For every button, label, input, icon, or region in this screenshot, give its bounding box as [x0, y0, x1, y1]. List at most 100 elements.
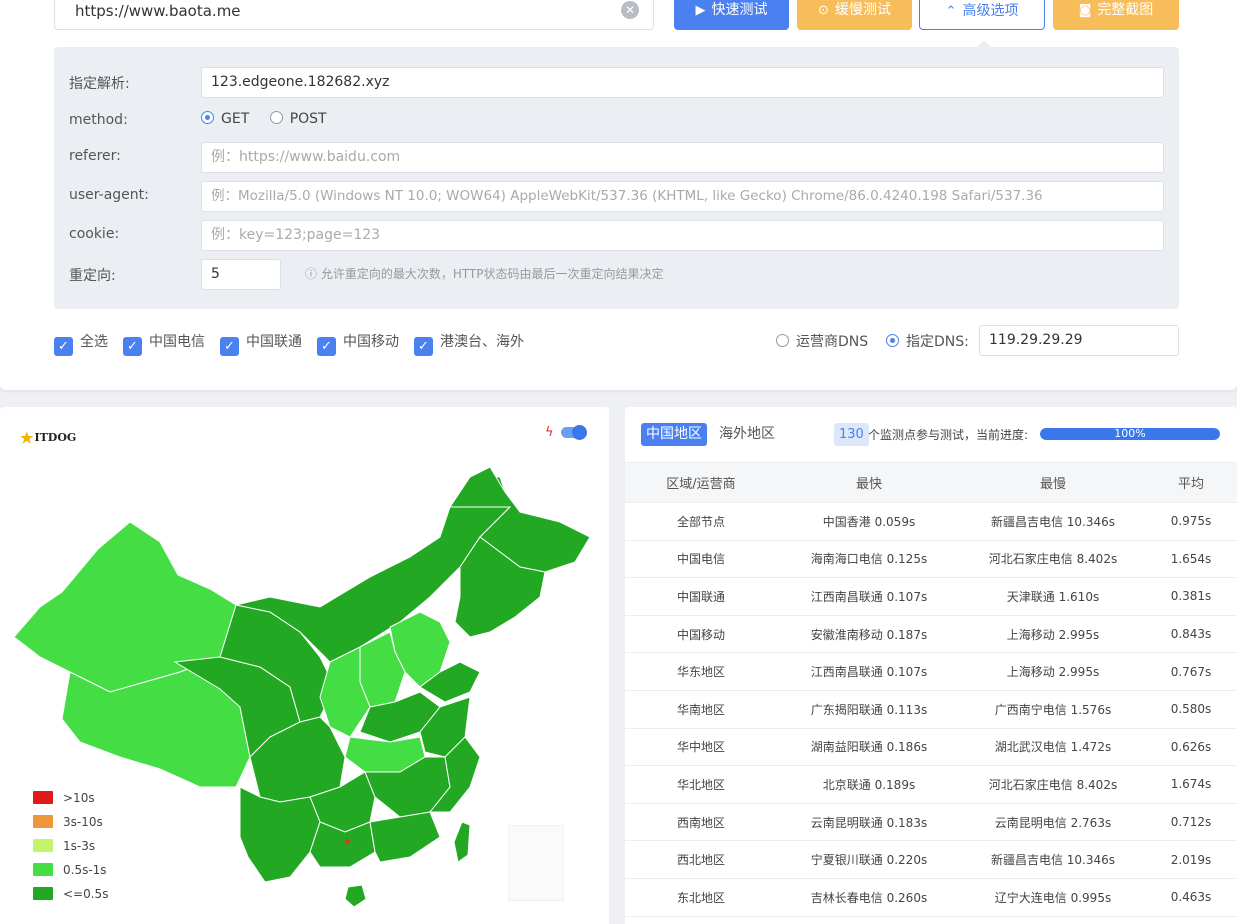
method-get-label: GET: [221, 111, 250, 127]
table-cell: 吉林长春电信 0.260s: [777, 878, 961, 917]
method-radio-group: GET POST: [201, 111, 327, 127]
table-cell: 0.580s: [1145, 690, 1237, 729]
method-post-option[interactable]: POST: [269, 111, 327, 127]
user-agent-input[interactable]: 例：Mozilla/5.0 (Windows NT 10.0; WOW64) A…: [201, 181, 1164, 212]
screenshot-button[interactable]: ◙ 完整截图: [1053, 0, 1179, 30]
table-cell: 中国电信: [625, 540, 777, 579]
url-input[interactable]: https://www.baota.me ✕: [54, 0, 654, 30]
url-value: https://www.baota.me: [75, 2, 241, 20]
legend-label: <=0.5s: [63, 887, 109, 901]
referer-input[interactable]: 例：https://www.baidu.com: [201, 142, 1164, 173]
column-header[interactable]: 区域/运营商: [625, 462, 777, 503]
table-cell: 海南海口电信 0.125s: [777, 540, 961, 579]
south-sea-inset: [508, 825, 564, 901]
checkbox-overseas[interactable]: ✓ 港澳台、海外: [414, 331, 524, 356]
advanced-options-box: 指定解析: 123.edgeone.182682.xyz method: GET…: [54, 47, 1179, 309]
slow-test-label: 缓慢测试: [834, 2, 891, 18]
fast-test-label: 快速测试: [711, 2, 768, 18]
table-cell: 华中地区: [625, 728, 777, 767]
node-count-text: 个监测点参与测试，当前进度:: [868, 428, 1029, 442]
method-post-label: POST: [289, 111, 327, 127]
table-cell: 河北石家庄电信 8.402s: [961, 765, 1145, 804]
table-cell: 中国香港 0.059s: [777, 502, 961, 541]
checkbox-unicom[interactable]: ✓ 中国联通: [220, 331, 302, 356]
table-row: 华东地区 江西南昌联通 0.107s 上海移动 2.995s 0.767s: [625, 652, 1237, 691]
legend-item: 1s-3s: [33, 839, 108, 863]
play-icon: ▶: [695, 3, 706, 18]
redirect-input[interactable]: 5: [201, 259, 281, 290]
results-table: 区域/运营商 最快 最慢 平均 全部节点 中国香港 0.059s 新疆昌吉电信 10…: [625, 462, 1237, 917]
itdog-logo: ★ITDOG: [20, 429, 76, 447]
dns-isp-label: 运营商DNS: [796, 334, 869, 350]
table-cell: 安徽淮南移动 0.187s: [777, 615, 961, 654]
slow-test-button[interactable]: ⊙ 缓慢测试: [797, 0, 912, 30]
checkbox-telecom[interactable]: ✓ 中国电信: [123, 331, 205, 356]
table-row: 华南地区 广东揭阳联通 0.113s 广西南宁电信 1.576s 0.580s: [625, 690, 1237, 729]
cookie-label: cookie:: [69, 226, 120, 242]
table-cell: 2.019s: [1145, 840, 1237, 879]
check-icon: ✓: [220, 337, 239, 356]
checkbox-mobile[interactable]: ✓ 中国移动: [317, 331, 399, 356]
table-cell: 湖北武汉电信 1.472s: [961, 728, 1145, 767]
table-cell: 0.843s: [1145, 615, 1237, 654]
user-agent-label: user-agent:: [69, 187, 149, 203]
column-header[interactable]: 最慢: [961, 462, 1145, 503]
table-cell: 云南昆明联通 0.183s: [777, 803, 961, 842]
table-cell: 1.654s: [1145, 540, 1237, 579]
table-cell: 0.381s: [1145, 577, 1237, 616]
fast-test-button[interactable]: ▶ 快速测试: [674, 0, 789, 30]
legend-swatch: [33, 839, 53, 852]
redirect-label: 重定向:: [69, 268, 116, 284]
referer-label: referer:: [69, 148, 121, 164]
radio-unchecked-icon: [269, 111, 283, 124]
table-cell: 0.975s: [1145, 502, 1237, 541]
table-cell: 新疆昌吉电信 10.346s: [961, 840, 1145, 879]
camera-icon: ◙: [1078, 3, 1092, 18]
checkbox-label: 全选: [80, 334, 108, 350]
table-cell: 江西南昌联通 0.107s: [777, 577, 961, 616]
advanced-options-label: 高级选项: [962, 3, 1019, 19]
cookie-input[interactable]: 例：key=123;page=123: [201, 220, 1164, 251]
legend-swatch: [33, 887, 53, 900]
play-circle-icon: ⊙: [818, 3, 829, 18]
dns-custom-option[interactable]: 指定DNS:: [886, 331, 969, 351]
tab-overseas[interactable]: 海外地区: [714, 423, 780, 446]
dns-isp-option[interactable]: 运营商DNS: [776, 331, 868, 351]
dns-input[interactable]: 119.29.29.29: [979, 325, 1179, 356]
redirect-hint: ⓘ 允许重定向的最大次数，HTTP状态码由最后一次重定向结果决定: [305, 265, 664, 282]
checkbox-select-all[interactable]: ✓ 全选: [54, 331, 108, 356]
map-toggle[interactable]: [561, 425, 587, 440]
column-header[interactable]: 最快: [777, 462, 961, 503]
table-cell: 云南昆明电信 2.763s: [961, 803, 1145, 842]
tab-china[interactable]: 中国地区: [641, 423, 707, 446]
checkbox-label: 港澳台、海外: [440, 334, 524, 350]
table-cell: 中国联通: [625, 577, 777, 616]
resolve-input[interactable]: 123.edgeone.182682.xyz: [201, 67, 1164, 98]
clear-icon[interactable]: ✕: [621, 1, 639, 19]
table-cell: 华北地区: [625, 765, 777, 804]
table-cell: 0.463s: [1145, 878, 1237, 917]
radio-checked-icon: [886, 334, 899, 347]
help-circle-icon: ⓘ: [305, 267, 321, 281]
check-icon: ✓: [123, 337, 142, 356]
table-row: 华中地区 湖南益阳联通 0.186s 湖北武汉电信 1.472s 0.626s: [625, 728, 1237, 767]
test-settings-panel: https://www.baota.me ✕ ▶ 快速测试 ⊙ 缓慢测试 ⌃ 高级选项…: [0, 0, 1237, 390]
table-row: 华北地区 北京联通 0.189s 河北石家庄电信 8.402s 1.674s: [625, 765, 1237, 804]
map-region-taiwan: [453, 821, 471, 863]
column-header[interactable]: 平均: [1145, 462, 1237, 503]
table-cell: 湖南益阳联通 0.186s: [777, 728, 961, 767]
table-cell: 0.712s: [1145, 803, 1237, 842]
table-cell: 华东地区: [625, 652, 777, 691]
table-cell: 北京联通 0.189s: [777, 765, 961, 804]
legend-swatch: [33, 815, 53, 828]
method-get-option[interactable]: GET: [201, 111, 249, 127]
table-cell: 上海移动 2.995s: [961, 652, 1145, 691]
star-icon: ★: [20, 429, 34, 447]
advanced-options-button[interactable]: ⌃ 高级选项: [919, 0, 1045, 30]
table-cell: 中国移动: [625, 615, 777, 654]
table-cell: 天津联通 1.610s: [961, 577, 1145, 616]
radio-checked-icon: [201, 111, 214, 124]
table-cell: 0.767s: [1145, 652, 1237, 691]
checkbox-label: 中国移动: [343, 334, 399, 350]
node-count-badge: 130: [834, 423, 869, 446]
